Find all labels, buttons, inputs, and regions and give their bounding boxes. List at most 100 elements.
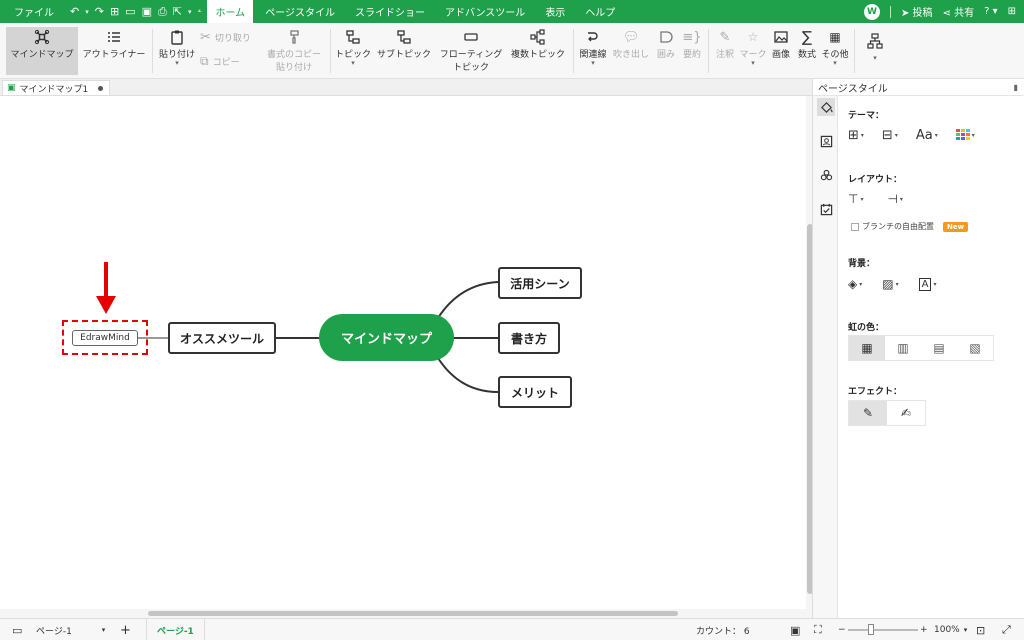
note-button[interactable]: ✎ 注釈 [712,27,738,75]
new-icon[interactable]: ⊞ [110,5,119,18]
rainbow-option-2[interactable]: ▥ [885,336,921,360]
print-icon[interactable]: ⎙ [158,5,167,19]
multi-topic-button[interactable]: 複数トピック [508,27,568,75]
tab-slideshow[interactable]: スライドショー [343,0,433,23]
zoom-in-icon[interactable]: + [920,619,928,640]
pin-icon[interactable]: ▮ [1014,83,1018,92]
background-image-button[interactable]: ▨ ▾ [882,277,898,291]
formula-button[interactable]: ∑ 数式 [796,27,818,75]
portrait-icon[interactable] [817,132,835,150]
new-badge: New [943,221,969,232]
theme-color-button[interactable]: ▾ [955,128,975,143]
rainbow-option-4[interactable]: ▧ [957,336,993,360]
cut-button[interactable]: ✂ 切り取り [200,29,251,45]
open-folder-icon[interactable]: ▭ [125,5,135,18]
theme-style-button[interactable]: ⊟ ▾ [882,128,898,143]
mark-button[interactable]: ☆ マーク ▾ [740,27,767,75]
layout-structure-button[interactable]: ⊤ ▾ [848,192,863,206]
avatar[interactable]: W [863,3,880,20]
subtopic-button[interactable]: サブトピック [376,27,432,75]
paint-bucket-icon[interactable] [817,98,835,116]
chevron-down-icon: ▾ [963,626,968,634]
divider [889,5,891,18]
page-tab[interactable]: ページ-1 [146,619,205,640]
other-button[interactable]: ▦ その他 ▾ [820,27,850,75]
calendar-check-icon[interactable] [817,200,835,218]
share-button[interactable]: ⋖ 共有 [943,4,975,19]
tab-home[interactable]: ホーム [207,0,254,23]
customize-icon[interactable]: ⩡ [198,7,202,16]
clover-icon[interactable] [817,166,835,184]
sigma-icon: ∑ [801,28,813,46]
paste-button[interactable]: 貼り付け ▾ [156,27,198,75]
effect-option-hand-drawn[interactable]: ✍ [887,401,925,425]
tab-advanced-tools[interactable]: アドバンスツール [433,0,533,23]
expand-icon[interactable]: ⤢ [1002,619,1011,640]
theme-font-button[interactable]: Aa ▾ [916,128,938,143]
floating-topic-node[interactable]: EdrawMind [72,330,138,346]
relation-line-button[interactable]: 関連線 ▾ [577,27,609,75]
menu-file[interactable]: ファイル [0,0,66,23]
fullscreen-icon[interactable]: ⛶ [814,619,822,640]
callout-button[interactable]: 💬︎ 吹き出し [612,27,650,75]
mindmap-view-button[interactable]: マインドマップ [6,27,78,75]
export-icon[interactable]: ⇱ [173,5,182,18]
theme-layout-button[interactable]: ⊞ ▾ [848,128,864,143]
horizontal-scrollbar[interactable] [0,609,806,618]
unsaved-dot-icon[interactable] [98,85,104,91]
zoom-slider[interactable] [848,629,918,631]
image-button[interactable]: 画像 [768,27,794,75]
boundary-button[interactable]: 囲み [654,27,678,75]
send-icon: ➤ [900,8,910,19]
page-view-icon[interactable]: ▭ [12,619,22,640]
free-branch-checkbox[interactable]: ブランチの自由配置 New [851,221,969,232]
help-icon[interactable]: ? ▾ [984,6,998,17]
left-topic-node[interactable]: オススメツール [168,322,276,354]
connector-style-button[interactable]: ⊣ ▾ [887,192,902,206]
theme-grid-icon: ⊞ [848,128,859,143]
layout-button[interactable]: ▾ [860,27,890,75]
canvas[interactable]: EdrawMind オススメツール マインドマップ 活用シーン 書き方 メリット [0,96,806,618]
watermark-button[interactable]: A ▾ [918,277,936,291]
zoom-out-icon[interactable]: − [838,619,846,640]
image-icon: ▨ [882,277,894,291]
background-row: ◈ ▾ ▨ ▾ A ▾ [848,277,936,291]
tab-view[interactable]: 表示 [533,0,573,23]
note-label: 注釈 [715,50,734,60]
redo-icon[interactable]: ↷ [95,5,104,18]
central-topic-node[interactable]: マインドマップ [319,314,454,361]
checkbox-box[interactable] [851,222,859,231]
tab-help[interactable]: ヘルプ [573,0,623,23]
apps-grid-icon[interactable]: ⊞ [1008,6,1016,17]
topic-button[interactable]: トピック ▾ [334,27,372,75]
grid-icon: ▧ [969,341,981,355]
floating-topic-button[interactable]: フローティング トピック [436,27,506,75]
fill-color-button[interactable]: ◈ ▾ [848,277,862,291]
summary-button[interactable]: ≡} 要約 [680,27,704,75]
right-topic-node[interactable]: 活用シーン [498,267,582,299]
background-label: 背景： [848,259,876,269]
format-painter-button[interactable]: 書式のコピー 貼り付け [262,27,326,75]
page-select[interactable]: ページ-1 ▾ [36,619,105,640]
format-copy-label-1: 書式のコピー [266,50,321,60]
rainbow-option-3[interactable]: ▤ [921,336,957,360]
save-icon[interactable]: ▣ [142,5,152,18]
add-page-icon[interactable]: + [120,619,131,640]
zoom-slider-thumb[interactable] [868,624,874,635]
copy-button[interactable]: ⧉ コピー [200,53,240,69]
fit-page-icon[interactable]: ▣ [790,619,800,640]
undo-icon[interactable]: ↶ [70,5,79,18]
tab-page-style[interactable]: ページスタイル [253,0,343,23]
effect-option-plain[interactable]: ✎ [849,401,887,425]
right-topic-node[interactable]: メリット [498,376,572,408]
scrollbar-thumb[interactable] [148,611,678,616]
zoom-level[interactable]: 100% ▾ [934,619,967,640]
fit-window-icon[interactable]: ⊡ [976,619,985,640]
post-button[interactable]: ➤ 投稿 [901,4,933,19]
right-topic-node[interactable]: 書き方 [498,322,560,354]
outliner-button[interactable]: アウトライナー [80,27,148,75]
dropdown-icon[interactable]: ▾ [85,8,89,16]
dropdown-icon[interactable]: ▾ [188,8,192,16]
document-tab[interactable]: ▣ マインドマップ1 [2,80,111,95]
rainbow-option-none[interactable]: ▦ [849,336,885,360]
